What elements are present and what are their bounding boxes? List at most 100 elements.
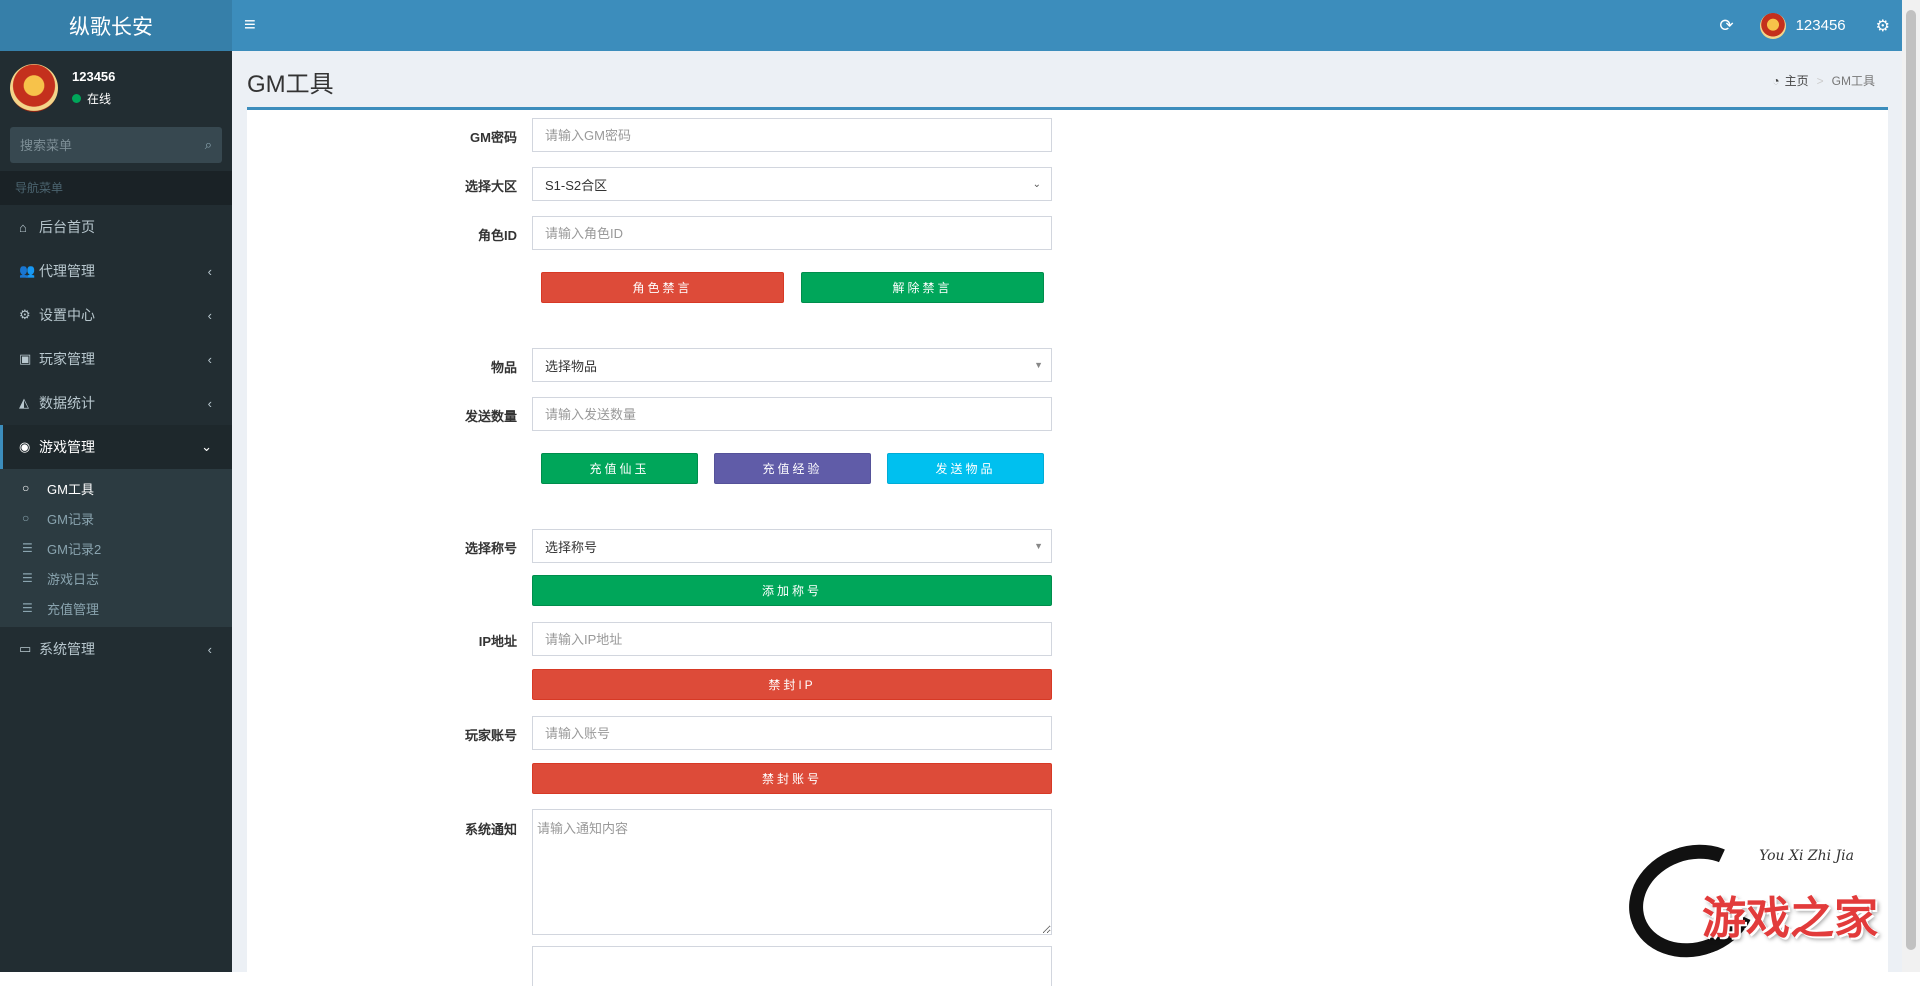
gm-password-input[interactable] bbox=[532, 118, 1052, 152]
sidebar-item-players[interactable]: ▣ 玩家管理 ‹ bbox=[0, 337, 232, 381]
submenu-item-label: 游戏日志 bbox=[47, 569, 99, 588]
submenu-item-gm-log-2[interactable]: ☰ GM记录2 bbox=[0, 533, 232, 563]
header-username[interactable]: 123456 bbox=[1796, 17, 1846, 34]
chevron-left-icon: ‹ bbox=[208, 264, 212, 279]
page-scrollbar[interactable] bbox=[1902, 0, 1920, 972]
region-select[interactable]: S1-S2合区 ⌄ bbox=[532, 167, 1052, 201]
scrollbar-thumb[interactable] bbox=[1906, 10, 1916, 950]
user-name: 123456 bbox=[72, 69, 115, 84]
gm-password-label: GM密码 bbox=[247, 127, 517, 146]
submenu-item-label: GM工具 bbox=[47, 479, 94, 498]
breadcrumb: ◔ 主页 > GM工具 bbox=[1772, 72, 1875, 89]
chevron-left-icon: ‹ bbox=[208, 396, 212, 411]
sidebar-item-system[interactable]: ▭ 系统管理 ‹ bbox=[0, 627, 232, 671]
title-select-value: 选择称号 bbox=[545, 537, 597, 556]
sidebar-toggle-icon[interactable]: ≡ bbox=[244, 14, 274, 37]
list-icon: ☰ bbox=[22, 601, 47, 615]
quantity-label: 发送数量 bbox=[247, 406, 517, 425]
chevron-left-icon: ‹ bbox=[208, 642, 212, 657]
list-icon: ☰ bbox=[22, 571, 47, 585]
watermark-subtitle: You Xi Zhi Jia bbox=[1759, 848, 1854, 864]
chevron-down-icon: ⌄ bbox=[1033, 179, 1041, 190]
brand-logo[interactable]: 纵歌长安 bbox=[0, 0, 232, 51]
watermark-title: 游戏之家 bbox=[1702, 882, 1878, 946]
sidebar-item-home[interactable]: ⌂ 后台首页 bbox=[0, 205, 232, 249]
item-select-value: 选择物品 bbox=[545, 356, 597, 375]
sidebar-item-stats[interactable]: ◭ 数据统计 ‹ bbox=[0, 381, 232, 425]
header-avatar[interactable] bbox=[1760, 13, 1786, 39]
notice-textarea[interactable] bbox=[532, 809, 1052, 935]
recharge-exp-button[interactable]: 充值经验 bbox=[714, 453, 871, 484]
sidebar-item-label: 数据统计 bbox=[39, 393, 95, 413]
sidebar-search-input[interactable] bbox=[20, 138, 205, 153]
account-input[interactable] bbox=[532, 716, 1052, 750]
sidebar-item-label: 设置中心 bbox=[39, 305, 95, 325]
notice-label: 系统通知 bbox=[247, 819, 517, 838]
chevron-left-icon: ‹ bbox=[208, 308, 212, 323]
header-right: ⟳ 123456 ⚙ bbox=[1719, 13, 1902, 39]
user-avatar bbox=[10, 64, 58, 112]
add-title-button[interactable]: 添加称号 bbox=[532, 575, 1052, 606]
breadcrumb-separator: > bbox=[1817, 74, 1824, 88]
ip-input[interactable] bbox=[532, 622, 1052, 656]
title-select[interactable]: 选择称号 ▼ bbox=[532, 529, 1052, 563]
role-id-input[interactable] bbox=[532, 216, 1052, 250]
top-header: 纵歌长安 ≡ ⟳ 123456 ⚙ bbox=[0, 0, 1902, 51]
list-icon: ☰ bbox=[22, 541, 47, 555]
nav-header: 导航菜单 bbox=[0, 171, 232, 205]
sidebar-search: ⌕ bbox=[10, 127, 222, 163]
submenu-item-recharge[interactable]: ☰ 充值管理 bbox=[0, 593, 232, 623]
send-item-button[interactable]: 发送物品 bbox=[887, 453, 1044, 484]
sidebar-item-label: 后台首页 bbox=[39, 217, 95, 237]
quantity-input[interactable] bbox=[532, 397, 1052, 431]
address-book-icon: ▣ bbox=[19, 351, 39, 367]
sidebar-item-label: 玩家管理 bbox=[39, 349, 95, 369]
sidebar-item-label: 系统管理 bbox=[39, 639, 95, 659]
circle-o-icon: ○ bbox=[22, 481, 47, 495]
search-icon[interactable]: ⌕ bbox=[205, 137, 212, 153]
circle-o-icon: ○ bbox=[22, 511, 47, 525]
user-panel: 123456 在线 bbox=[0, 51, 232, 125]
submenu-item-game-log[interactable]: ☰ 游戏日志 bbox=[0, 563, 232, 593]
ban-account-button[interactable]: 禁封账号 bbox=[532, 763, 1052, 794]
title-label: 选择称号 bbox=[247, 538, 517, 557]
watermark-logo: You Xi Zhi Jia 游戏之家 bbox=[1628, 840, 1898, 960]
submenu-item-gm-tool[interactable]: ○ GM工具 bbox=[0, 473, 232, 503]
submenu-item-gm-log[interactable]: ○ GM记录 bbox=[0, 503, 232, 533]
submenu-item-label: 充值管理 bbox=[47, 599, 99, 618]
gamepad-icon: ◉ bbox=[19, 439, 39, 455]
chevron-left-icon: ‹ bbox=[208, 352, 212, 367]
chevron-down-icon: ⌄ bbox=[201, 439, 212, 455]
caret-down-icon: ▼ bbox=[1034, 360, 1043, 370]
region-label: 选择大区 bbox=[247, 176, 517, 195]
item-select[interactable]: 选择物品 ▼ bbox=[532, 348, 1052, 382]
recharge-jade-button[interactable]: 充值仙玉 bbox=[541, 453, 698, 484]
caret-down-icon: ▼ bbox=[1034, 541, 1043, 551]
content-wrapper: GM工具 ◔ 主页 > GM工具 GM密码 选择大区 S1-S2合区 ⌄ 角色I… bbox=[232, 51, 1902, 972]
sidebar: 123456 在线 ⌕ 导航菜单 ⌂ 后台首页 👥 代理管理 ‹ ⚙ 设置中心 … bbox=[0, 51, 232, 972]
page-title: GM工具 bbox=[247, 64, 334, 99]
desktop-icon: ▭ bbox=[19, 641, 39, 657]
dashboard-icon: ◔ bbox=[1772, 74, 1779, 88]
users-icon: 👥 bbox=[19, 263, 39, 279]
unmute-role-button[interactable]: 解除禁言 bbox=[801, 272, 1044, 303]
sidebar-item-agents[interactable]: 👥 代理管理 ‹ bbox=[0, 249, 232, 293]
ban-ip-button[interactable]: 禁封IP bbox=[532, 669, 1052, 700]
submenu-item-label: GM记录 bbox=[47, 509, 94, 528]
online-dot-icon bbox=[72, 94, 81, 103]
sidebar-item-settings[interactable]: ⚙ 设置中心 ‹ bbox=[0, 293, 232, 337]
settings-gear-icon[interactable]: ⚙ bbox=[1876, 16, 1890, 36]
mute-role-button[interactable]: 角色禁言 bbox=[541, 272, 784, 303]
refresh-icon[interactable]: ⟳ bbox=[1719, 16, 1733, 36]
breadcrumb-home[interactable]: 主页 bbox=[1785, 72, 1809, 89]
cogs-icon: ⚙ bbox=[19, 307, 39, 323]
submenu-item-label: GM记录2 bbox=[47, 539, 101, 558]
account-label: 玩家账号 bbox=[247, 725, 517, 744]
breadcrumb-current: GM工具 bbox=[1832, 72, 1875, 89]
item-label: 物品 bbox=[247, 357, 517, 376]
ip-label: IP地址 bbox=[247, 631, 517, 650]
sidebar-item-game[interactable]: ◉ 游戏管理 ⌄ bbox=[0, 425, 232, 469]
role-id-label: 角色ID bbox=[247, 225, 517, 244]
sidebar-item-label: 代理管理 bbox=[39, 261, 95, 281]
next-field-partial[interactable] bbox=[532, 946, 1052, 986]
